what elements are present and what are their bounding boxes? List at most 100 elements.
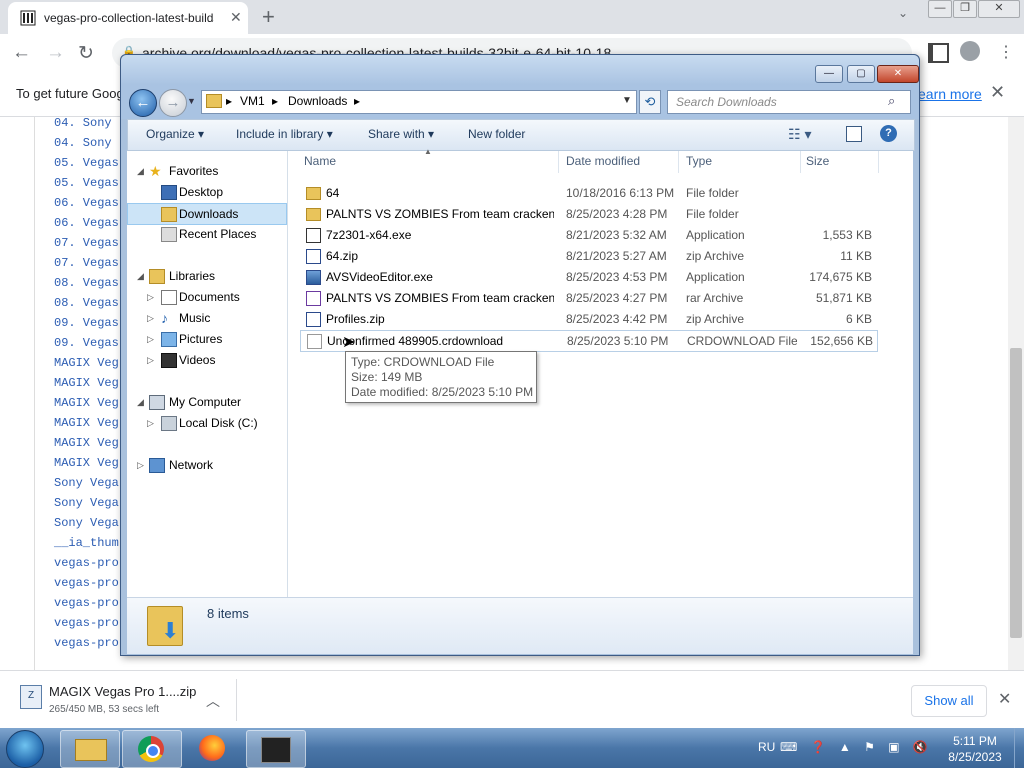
- breadcrumb-separator-icon[interactable]: ▸: [226, 94, 232, 108]
- file-link[interactable]: vegas-pro: [54, 616, 119, 630]
- language-indicator[interactable]: RU: [758, 740, 775, 754]
- collapse-icon[interactable]: ◢: [137, 392, 144, 412]
- breadcrumb-separator-icon[interactable]: ▸: [272, 94, 278, 108]
- file-row[interactable]: 7z2301-x64.exe 8/21/2023 5:32 AM Applicati…: [300, 225, 876, 245]
- file-link[interactable]: MAGIX Veg: [54, 416, 119, 430]
- chevron-up-icon[interactable]: ︿: [206, 691, 220, 711]
- taskbar-firefox[interactable]: [184, 730, 242, 766]
- new-tab-icon[interactable]: +: [262, 4, 275, 30]
- file-link[interactable]: 08. Vegas: [54, 296, 119, 310]
- expand-icon[interactable]: ▷: [147, 308, 154, 328]
- clock-time[interactable]: 5:11 PM: [942, 734, 1008, 748]
- forward-icon[interactable]: →: [46, 42, 65, 64]
- expand-icon[interactable]: ▷: [147, 287, 154, 307]
- file-link[interactable]: 07. Vegas: [54, 236, 119, 250]
- change-view-icon[interactable]: ☷ ▾: [788, 126, 811, 143]
- file-row[interactable]: Unconfirmed 489905.crdownload 8/25/2023 5…: [300, 330, 878, 352]
- file-link[interactable]: vegas-pro: [54, 596, 119, 610]
- file-link[interactable]: Sony Vega: [54, 476, 119, 490]
- tray-icons[interactable]: ⌨ ❓ ▲ ⚑ ▣ 🔇: [780, 740, 933, 754]
- file-link[interactable]: Sony Vega: [54, 496, 119, 510]
- file-link[interactable]: MAGIX Veg: [54, 356, 119, 370]
- taskbar-chrome[interactable]: [122, 730, 182, 768]
- infobar-close-icon[interactable]: ✕: [990, 82, 1005, 103]
- taskbar-explorer[interactable]: [60, 730, 120, 768]
- profile-avatar[interactable]: [960, 41, 980, 61]
- column-header-size[interactable]: Size: [806, 154, 829, 168]
- nav-my-computer[interactable]: ◢ My Computer: [127, 392, 285, 412]
- file-link[interactable]: 07. Vegas: [54, 256, 119, 270]
- nav-local-disk[interactable]: ▷ Local Disk (C:): [127, 413, 285, 433]
- recent-pages-chevron-icon[interactable]: ▼: [187, 96, 196, 106]
- file-link[interactable]: 06. Vegas: [54, 196, 119, 210]
- address-dropdown-icon[interactable]: ▼: [622, 95, 632, 106]
- file-link[interactable]: 04. Sony: [54, 136, 112, 150]
- tab-search-chevron-icon[interactable]: ⌄: [898, 6, 908, 20]
- preview-pane-icon[interactable]: [846, 126, 862, 142]
- file-row[interactable]: 64 10/18/2016 6:13 PM File folder: [300, 183, 876, 203]
- file-row[interactable]: Profiles.zip 8/25/2023 4:42 PM zip Archive…: [300, 309, 876, 329]
- column-header-name[interactable]: Name: [304, 154, 336, 168]
- search-icon[interactable]: ⌕: [888, 93, 895, 109]
- file-link[interactable]: 09. Vegas: [54, 316, 119, 330]
- expand-icon[interactable]: ▷: [147, 413, 154, 433]
- column-header-type[interactable]: Type: [686, 154, 712, 168]
- column-divider[interactable]: [878, 151, 879, 173]
- start-button[interactable]: [6, 730, 44, 768]
- organize-button[interactable]: Organize ▾: [146, 127, 204, 141]
- browser-close-button[interactable]: ✕: [978, 0, 1020, 18]
- nav-recent-places[interactable]: Recent Places: [127, 224, 285, 244]
- taskbar-video-editor[interactable]: [246, 730, 306, 768]
- refresh-button[interactable]: ⟲: [639, 90, 661, 114]
- file-link[interactable]: 05. Vegas: [54, 156, 119, 170]
- file-link[interactable]: MAGIX Veg: [54, 436, 119, 450]
- expand-icon[interactable]: ▷: [147, 350, 154, 370]
- column-divider[interactable]: [800, 151, 801, 173]
- clock-date[interactable]: 8/25/2023: [942, 750, 1008, 764]
- file-row[interactable]: PALNTS VS ZOMBIES From team cracken... 8/…: [300, 288, 876, 308]
- column-divider[interactable]: [558, 151, 559, 173]
- browser-restore-button[interactable]: ❐: [953, 0, 977, 18]
- nav-pictures[interactable]: ▷ Pictures: [127, 329, 285, 349]
- nav-downloads[interactable]: Downloads: [127, 203, 287, 225]
- file-link[interactable]: 09. Vegas: [54, 336, 119, 350]
- include-in-library-button[interactable]: Include in library ▾: [236, 127, 333, 141]
- file-link[interactable]: Sony Vega: [54, 516, 119, 530]
- forward-button[interactable]: →: [159, 89, 187, 117]
- breadcrumb-separator-icon[interactable]: ▸: [354, 94, 360, 108]
- show-desktop-button[interactable]: [1014, 728, 1024, 768]
- collapse-icon[interactable]: ◢: [137, 266, 144, 286]
- file-row[interactable]: PALNTS VS ZOMBIES From team cracken 8/25/…: [300, 204, 876, 224]
- nav-videos[interactable]: ▷ Videos: [127, 350, 285, 370]
- help-icon[interactable]: ?: [880, 125, 897, 142]
- nav-music[interactable]: ▷ ♪ Music: [127, 308, 285, 328]
- browser-minimize-button[interactable]: —: [928, 0, 952, 18]
- minimize-button[interactable]: —: [815, 65, 843, 83]
- page-scrollbar-thumb[interactable]: [1010, 348, 1022, 638]
- file-link[interactable]: MAGIX Veg: [54, 376, 119, 390]
- reload-icon[interactable]: ↻: [78, 42, 94, 65]
- breadcrumb-downloads[interactable]: Downloads: [288, 94, 347, 108]
- file-link[interactable]: 04. Sony: [54, 116, 112, 130]
- file-link[interactable]: __ia_thum: [54, 536, 119, 550]
- menu-icon[interactable]: ⋮: [998, 42, 1014, 62]
- close-button[interactable]: ✕: [877, 65, 919, 83]
- breadcrumb[interactable]: ▸ VM1 ▸ Downloads ▸ ▼: [201, 90, 637, 114]
- maximize-button[interactable]: ▢: [847, 65, 875, 83]
- expand-icon[interactable]: ▷: [137, 455, 144, 475]
- column-divider[interactable]: [678, 151, 679, 173]
- file-link[interactable]: 06. Vegas: [54, 216, 119, 230]
- column-header-date[interactable]: Date modified: [566, 154, 640, 168]
- file-link[interactable]: vegas-pro: [54, 576, 119, 590]
- expand-icon[interactable]: ▷: [147, 329, 154, 349]
- download-name[interactable]: MAGIX Vegas Pro 1....zip: [49, 684, 196, 699]
- file-link[interactable]: vegas-pro: [54, 636, 119, 650]
- file-link[interactable]: MAGIX Veg: [54, 396, 119, 410]
- learn-more-link[interactable]: earn more: [918, 86, 982, 102]
- side-panel-icon[interactable]: [928, 43, 949, 63]
- nav-network[interactable]: ▷ Network: [127, 455, 285, 475]
- file-link[interactable]: vegas-pro: [54, 556, 119, 570]
- download-bar-close-icon[interactable]: ✕: [998, 689, 1011, 709]
- new-folder-button[interactable]: New folder: [468, 127, 525, 141]
- file-row[interactable]: 64.zip 8/21/2023 5:27 AM zip Archive 11 KB: [300, 246, 876, 266]
